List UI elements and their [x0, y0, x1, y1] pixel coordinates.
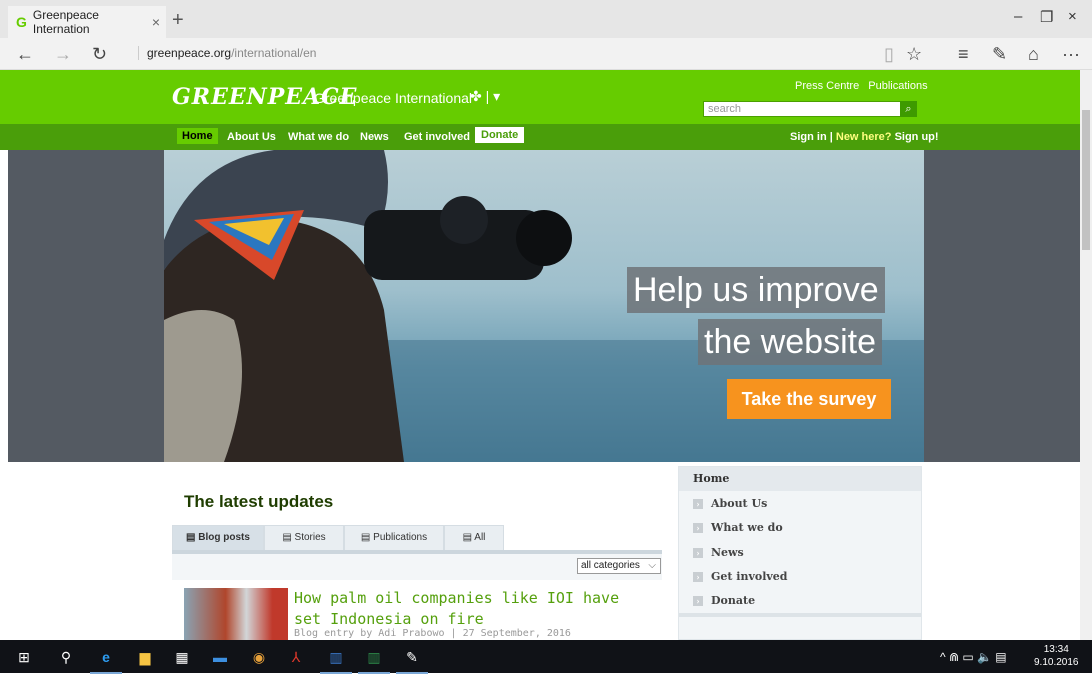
refresh-icon[interactable]: ↻ [92, 44, 107, 65]
search-icon[interactable]: ⚲ [56, 647, 76, 667]
more-icon[interactable]: ··· [1062, 44, 1080, 65]
favorite-star-icon[interactable]: ☆ [906, 44, 922, 65]
excel-icon[interactable]: ▥ [358, 647, 390, 674]
main-menu: Home About Us What we do News Get involv… [0, 124, 1080, 150]
sidebar-item-what-we-do[interactable]: › What we do [693, 521, 783, 534]
search-input[interactable]: search [703, 101, 917, 117]
site-name[interactable]: Greenpeace International [314, 90, 472, 106]
search-icon[interactable]: ⌕ [900, 101, 917, 117]
forward-icon[interactable]: → [54, 44, 72, 65]
browser-tab[interactable]: G Greenpeace Internation × [8, 6, 166, 38]
separator: | [826, 131, 836, 143]
menu-home[interactable]: Home [177, 128, 218, 144]
post-thumbnail[interactable] [184, 588, 288, 640]
sidebar-label: What we do [711, 521, 783, 534]
chevron-down-icon: ⌵ [648, 560, 656, 571]
taskbar-clock[interactable]: 13:34 9.10.2016 [1034, 643, 1079, 669]
restore-button[interactable]: ❐ [1040, 8, 1053, 26]
close-window-button[interactable]: × [1068, 8, 1077, 25]
clock-time: 13:34 [1043, 644, 1069, 655]
menu-what-we-do[interactable]: What we do [288, 131, 349, 143]
sidebar-divider [679, 613, 921, 617]
web-page: GREENPEACE Greenpeace International ✤ | … [0, 70, 1080, 640]
hero-headline-line2: the website [698, 319, 882, 365]
greenpeace-favicon-icon: G [16, 14, 27, 30]
page-scrollbar[interactable] [1080, 70, 1092, 640]
hub-icon[interactable]: ≡ [958, 44, 969, 65]
new-tab-button[interactable]: + [172, 9, 184, 32]
sidebar-label: News [711, 546, 744, 559]
content-tabs: ▤ Blog posts ▤ Stories ▤ Publications ▤ … [172, 525, 662, 553]
minimize-button[interactable]: – [1014, 8, 1022, 25]
latest-updates-title: The latest updates [184, 492, 334, 511]
tab-label: Stories [294, 532, 326, 543]
url-domain: greenpeace.org [147, 46, 232, 60]
share-icon[interactable]: ⌂ [1028, 44, 1039, 65]
acrobat-icon[interactable]: ⅄ [286, 647, 306, 667]
back-icon[interactable]: ← [16, 44, 34, 65]
chrome-icon[interactable]: ◉ [249, 647, 269, 667]
publications-link[interactable]: Publications [868, 80, 927, 92]
tab-stories[interactable]: ▤ Stories [264, 525, 344, 551]
word-icon[interactable]: ▥ [320, 647, 352, 674]
reading-view-icon[interactable]: ▯ [884, 44, 894, 65]
hero-headline-line1: Help us improve [627, 267, 885, 313]
sidebar-item-home[interactable]: Home [679, 467, 921, 491]
tab-all[interactable]: ▤ All [444, 525, 504, 551]
sidebar-label: About Us [711, 497, 768, 510]
bullet-icon: › [693, 499, 703, 509]
category-select-value: all categories [581, 560, 640, 571]
bullet-icon: › [693, 523, 703, 533]
paint-icon[interactable]: ✎ [396, 647, 428, 674]
sidebar-item-get-involved[interactable]: › Get involved [693, 570, 787, 583]
tab-label: Publications [373, 532, 428, 543]
bullet-icon: › [693, 548, 703, 558]
sidebar-item-about-us[interactable]: › About Us [693, 497, 767, 510]
windows-taskbar: ⊞ ⚲ e ▆ ▦ ▬ ◉ ⅄ ▥ ▥ ✎ ^ ⋒ ▭ 🔈 ▤ 13:34 9.… [0, 640, 1092, 674]
url-path: /international/en [231, 46, 317, 60]
menu-news[interactable]: News [360, 131, 389, 143]
file-explorer-icon[interactable]: ▆ [135, 647, 155, 667]
browser-tab-bar: G Greenpeace Internation × + – ❐ × [0, 0, 1092, 38]
tab-publications[interactable]: ▤ Publications [344, 525, 444, 551]
bullet-icon: › [693, 596, 703, 606]
site-header: GREENPEACE Greenpeace International ✤ | … [0, 70, 1080, 124]
take-survey-button[interactable]: Take the survey [727, 379, 891, 419]
tab-title: Greenpeace Internation [32, 8, 99, 36]
new-here-text: New here? [835, 131, 892, 143]
url-field[interactable]: greenpeace.org/international/en [138, 46, 316, 60]
scrollbar-thumb[interactable] [1082, 110, 1090, 250]
sidebar-item-donate[interactable]: › Donate [693, 594, 755, 607]
sidebar-item-news[interactable]: › News [693, 546, 744, 559]
tab-close-icon[interactable]: × [152, 14, 160, 30]
menu-get-involved[interactable]: Get involved [404, 131, 470, 143]
browser-address-bar: ← → ↻ greenpeace.org/international/en ▯ … [0, 38, 1092, 70]
top-links: Press Centre Publications [795, 80, 934, 92]
post-meta: Blog entry by Adi Prabowo | 27 September… [294, 628, 571, 639]
menu-donate[interactable]: Donate [475, 127, 525, 143]
sign-in-area: Sign in | New here? Sign up! [790, 131, 939, 143]
press-centre-link[interactable]: Press Centre [795, 80, 859, 92]
globe-icon[interactable]: ✤ | ▾ [470, 88, 500, 105]
edge-browser-icon[interactable]: e [90, 647, 122, 674]
system-tray[interactable]: ^ ⋒ ▭ 🔈 ▤ [940, 650, 1007, 664]
category-select[interactable]: all categories ⌵ [577, 558, 661, 574]
sidebar-label: Donate [711, 594, 756, 607]
tab-label: Blog posts [198, 532, 250, 543]
sidebar-label: Get involved [711, 570, 788, 583]
sign-in-link[interactable]: Sign in [790, 131, 827, 143]
clock-date: 9.10.2016 [1034, 657, 1079, 668]
web-note-icon[interactable]: ✎ [992, 44, 1007, 65]
calculator-icon[interactable]: ▦ [172, 647, 192, 667]
menu-about-us[interactable]: About Us [227, 131, 276, 143]
tab-label: All [474, 532, 486, 543]
sidebar-nav: Home › About Us › What we do › News › Get in… [678, 466, 922, 640]
sign-up-link[interactable]: Sign up! [892, 131, 939, 143]
post-title-link[interactable]: How palm oil companies like IOI have set… [294, 588, 644, 630]
photos-icon[interactable]: ▬ [210, 647, 230, 667]
bullet-icon: › [693, 572, 703, 582]
windows-start-icon[interactable]: ⊞ [14, 647, 34, 667]
tab-blog-posts[interactable]: ▤ Blog posts [172, 525, 264, 551]
